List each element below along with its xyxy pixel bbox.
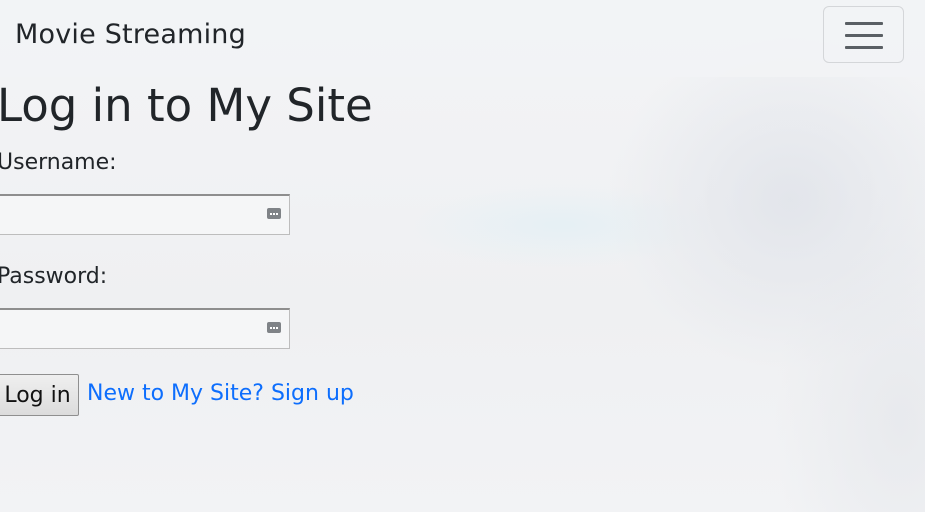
navbar-toggle-button[interactable] xyxy=(823,6,904,63)
signup-link[interactable]: New to My Site? Sign up xyxy=(87,380,354,408)
password-manager-key-icon[interactable] xyxy=(267,208,281,219)
password-label: Password: xyxy=(0,264,108,289)
navbar-brand[interactable]: Movie Streaming xyxy=(15,17,246,53)
login-button[interactable]: Log in xyxy=(0,374,79,416)
password-manager-key-icon[interactable] xyxy=(267,322,281,333)
username-label: Username: xyxy=(0,150,117,175)
navbar: Movie Streaming xyxy=(0,0,925,77)
page-title: Log in to My Site xyxy=(0,79,373,132)
hamburger-menu-icon xyxy=(845,22,883,49)
password-input[interactable] xyxy=(0,308,290,349)
username-input[interactable] xyxy=(0,194,290,235)
